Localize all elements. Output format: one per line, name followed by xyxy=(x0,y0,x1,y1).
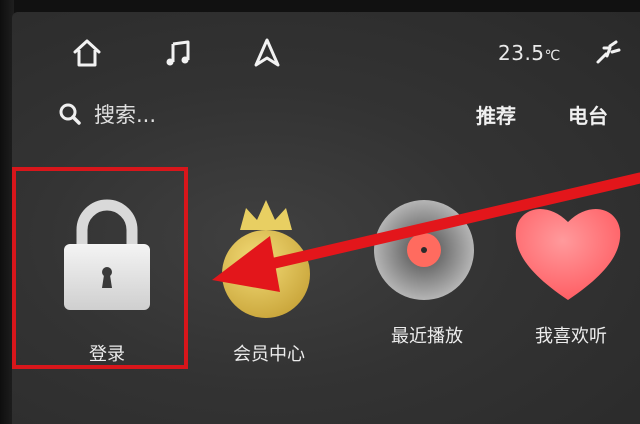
favorites-tile[interactable]: 我喜欢听 xyxy=(506,192,636,372)
search-icon xyxy=(59,103,81,125)
temperature-unit: ℃ xyxy=(544,48,561,64)
heart-icon xyxy=(515,208,621,300)
search-placeholder: 搜索... xyxy=(94,103,157,127)
climate-icon[interactable] xyxy=(590,36,624,70)
tile-label-membership: 会员中心 xyxy=(233,344,305,365)
top-bar: 23.5℃ xyxy=(12,12,640,92)
membership-tile[interactable]: 会员中心 xyxy=(204,192,334,372)
navigation-icon[interactable] xyxy=(250,36,284,70)
highlight-box xyxy=(12,167,188,369)
device-frame: 23.5℃ 搜索... 推荐 电台 登录 会员中心 最近播放 我喜欢听 xyxy=(0,0,640,424)
tab-radio[interactable]: 电台 xyxy=(568,100,608,129)
crown-coin-icon xyxy=(222,200,310,318)
search-input[interactable]: 搜索... xyxy=(58,96,156,132)
recent-play-tile[interactable]: 最近播放 xyxy=(362,192,492,372)
search-row: 搜索... 推荐 电台 xyxy=(12,94,640,144)
temperature-readout[interactable]: 23.5℃ xyxy=(498,41,561,65)
home-icon[interactable] xyxy=(70,36,104,70)
tile-label-favorites: 我喜欢听 xyxy=(535,326,607,347)
tab-recommend[interactable]: 推荐 xyxy=(476,100,516,129)
tile-label-recent-play: 最近播放 xyxy=(391,326,463,347)
music-note-icon[interactable] xyxy=(162,36,196,70)
temperature-value: 23.5 xyxy=(498,41,545,65)
vinyl-record-icon xyxy=(374,200,474,300)
